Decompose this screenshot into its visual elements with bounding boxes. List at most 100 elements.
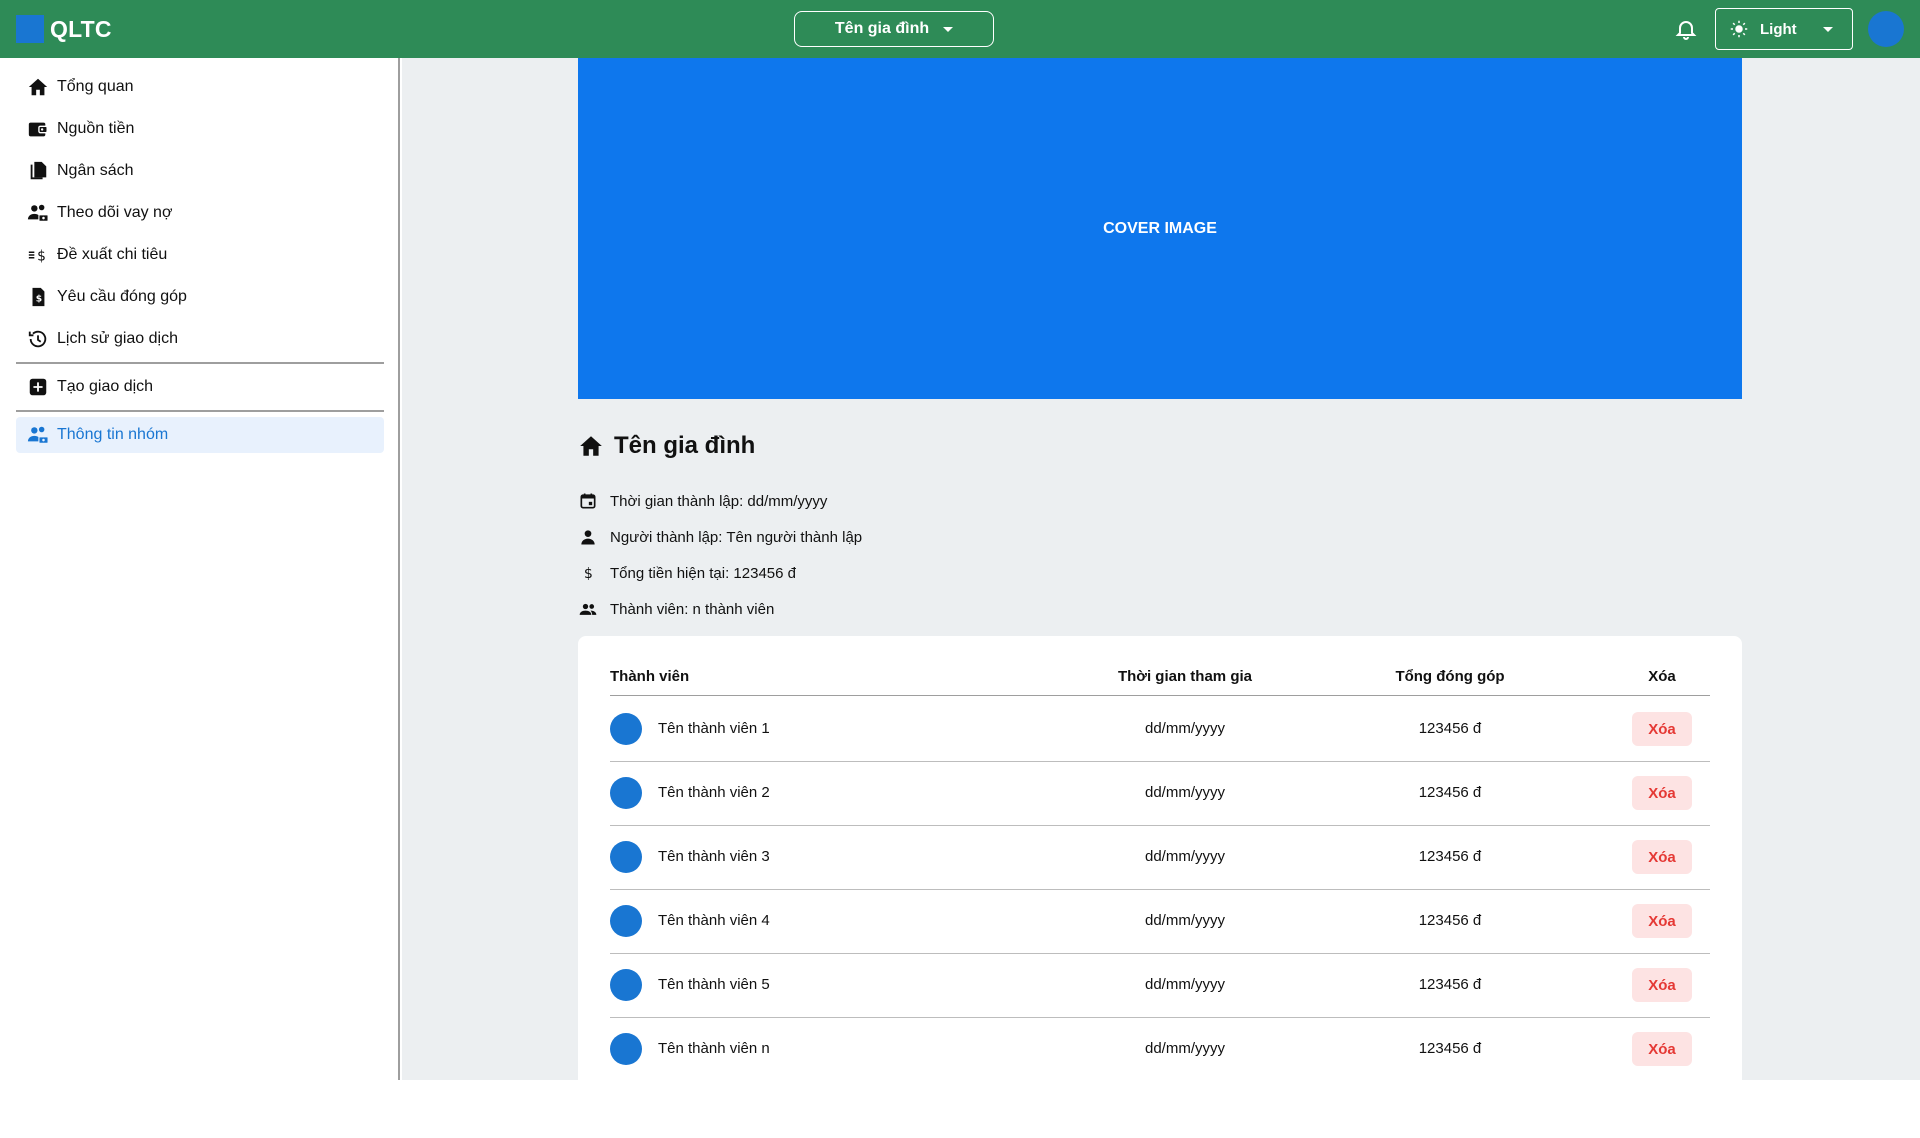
delete-button[interactable]: Xóa xyxy=(1632,840,1692,874)
avatar xyxy=(610,841,642,873)
table-row: Tên thành viên 1 dd/mm/yyyy 123456 đ Xóa xyxy=(610,698,1710,762)
delete-button[interactable]: Xóa xyxy=(1632,968,1692,1002)
info-members-text: Thành viên: n thành viên xyxy=(610,600,775,618)
sidebar-item-group-info[interactable]: Thông tin nhóm xyxy=(16,417,384,453)
sidebar-item-contribution-request[interactable]: $ Yêu cầu đóng góp xyxy=(16,279,384,315)
avatar xyxy=(610,1033,642,1065)
logo-mark xyxy=(16,15,44,43)
top-bar: QLTC Tên gia đình Light xyxy=(0,0,1920,58)
history-icon xyxy=(28,330,47,348)
svg-text:$: $ xyxy=(36,294,42,305)
member-name: Tên thành viên 1 xyxy=(658,720,770,737)
delete-button[interactable]: Xóa xyxy=(1632,776,1692,810)
member-name: Tên thành viên 4 xyxy=(658,912,770,929)
info-members: Thành viên: n thành viên xyxy=(578,599,774,619)
info-founder-text: Người thành lập: Tên người thành lập xyxy=(610,528,863,546)
sidebar-item-label: Ngân sách xyxy=(57,162,134,179)
sidebar-item-debt-tracking[interactable]: Theo dõi vay nợ xyxy=(16,195,384,231)
sidebar-item-budget[interactable]: Ngân sách xyxy=(16,153,384,189)
contribution-amount: 123456 đ xyxy=(1418,976,1482,993)
chevron-down-icon xyxy=(943,26,954,32)
sidebar-item-label: Yêu cầu đóng góp xyxy=(57,288,187,305)
group-icon xyxy=(27,426,49,444)
sidebar-item-label: Theo dõi vay nợ xyxy=(57,204,173,221)
home-icon xyxy=(28,78,48,96)
sidebar-item-label: Lịch sử giao dịch xyxy=(57,330,178,347)
cover-label: COVER IMAGE xyxy=(1103,219,1217,237)
delete-button[interactable]: Xóa xyxy=(1632,904,1692,938)
sidebar-item-create-transaction[interactable]: Tạo giao dịch xyxy=(16,369,384,405)
joined-date: dd/mm/yyyy xyxy=(1144,912,1225,929)
avatar xyxy=(610,969,642,1001)
avatar xyxy=(610,777,642,809)
member-name: Tên thành viên 3 xyxy=(658,848,770,865)
table-header: Thành viên Thời gian tham gia Tổng đóng … xyxy=(610,660,1710,696)
joined-date: dd/mm/yyyy xyxy=(1144,1040,1225,1057)
sidebar-item-transaction-history[interactable]: Lịch sử giao dịch xyxy=(16,321,384,357)
copy-icon xyxy=(30,161,47,180)
table-row: Tên thành viên n dd/mm/yyyy 123456 đ Xóa xyxy=(610,1018,1710,1080)
table-row: Tên thành viên 2 dd/mm/yyyy 123456 đ Xóa xyxy=(610,762,1710,826)
info-founded-text: Thời gian thành lập: dd/mm/yyyy xyxy=(610,492,828,510)
group-name: Tên gia đình xyxy=(614,432,756,459)
sidebar-item-money-sources[interactable]: Nguồn tiền xyxy=(16,111,384,147)
member-name: Tên thành viên 2 xyxy=(658,784,770,801)
contribution-amount: 123456 đ xyxy=(1418,912,1482,929)
info-total-text: Tổng tiền hiện tại: 123456 đ xyxy=(610,564,796,582)
dollar-icon: $ xyxy=(584,566,593,582)
list-dollar-icon: $ xyxy=(28,249,46,265)
logo-text: QLTC xyxy=(50,15,112,42)
contribution-amount: 123456 đ xyxy=(1418,720,1482,737)
svg-text:$: $ xyxy=(584,566,593,582)
info-founder: Người thành lập: Tên người thành lập xyxy=(578,527,862,547)
sun-icon xyxy=(1730,20,1748,38)
main-content: COVER IMAGE Tên gia đình Thời gian thành… xyxy=(402,58,1920,1080)
column-contribution: Tổng đóng góp xyxy=(1395,668,1505,685)
calendar-icon xyxy=(580,493,596,509)
money-doc-icon: $ xyxy=(32,287,45,307)
delete-button[interactable]: Xóa xyxy=(1632,712,1692,746)
contribution-amount: 123456 đ xyxy=(1418,784,1482,801)
table-row: Tên thành viên 5 dd/mm/yyyy 123456 đ Xóa xyxy=(610,954,1710,1018)
wallet-icon xyxy=(28,122,48,137)
joined-date: dd/mm/yyyy xyxy=(1144,848,1225,865)
info-total: $ Tổng tiền hiện tại: 123456 đ xyxy=(578,563,796,583)
person-icon xyxy=(581,530,595,545)
sidebar: Tổng quan Nguồn tiền Ngân sách Theo dõi … xyxy=(0,58,400,1080)
sidebar-item-label: Nguồn tiền xyxy=(57,120,135,137)
table-row: Tên thành viên 4 dd/mm/yyyy 123456 đ Xóa xyxy=(610,890,1710,954)
home-icon xyxy=(580,436,602,456)
member-name: Tên thành viên n xyxy=(658,1040,770,1057)
sidebar-item-label: Thông tin nhóm xyxy=(57,426,169,443)
contribution-amount: 123456 đ xyxy=(1418,848,1482,865)
sidebar-item-spending-proposal[interactable]: $ Đề xuất chi tiêu xyxy=(16,237,384,273)
family-select[interactable]: Tên gia đình xyxy=(794,11,994,47)
table-row: Tên thành viên 3 dd/mm/yyyy 123456 đ Xóa xyxy=(610,826,1710,890)
app-logo[interactable]: QLTC xyxy=(16,15,112,43)
family-select-label: Tên gia đình xyxy=(834,20,930,37)
column-member: Thành viên xyxy=(610,668,690,685)
joined-date: dd/mm/yyyy xyxy=(1144,784,1225,801)
sidebar-item-overview[interactable]: Tổng quan xyxy=(16,69,384,105)
sidebar-divider xyxy=(16,410,384,412)
cover-image: COVER IMAGE xyxy=(578,58,1742,399)
theme-select-label: Light xyxy=(1760,20,1797,38)
people-money-icon xyxy=(27,204,49,222)
bell-icon[interactable] xyxy=(1674,17,1698,41)
user-avatar[interactable] xyxy=(1868,11,1904,47)
column-joined: Thời gian tham gia xyxy=(1117,668,1252,685)
group-icon xyxy=(579,603,597,615)
svg-text:$: $ xyxy=(37,249,46,265)
sidebar-divider xyxy=(16,362,384,364)
info-founded: Thời gian thành lập: dd/mm/yyyy xyxy=(578,491,827,511)
avatar xyxy=(610,905,642,937)
group-title: Tên gia đình xyxy=(578,432,755,460)
theme-select[interactable]: Light xyxy=(1715,8,1853,50)
joined-date: dd/mm/yyyy xyxy=(1144,720,1225,737)
joined-date: dd/mm/yyyy xyxy=(1144,976,1225,993)
members-table: Thành viên Thời gian tham gia Tổng đóng … xyxy=(578,636,1742,1080)
sidebar-item-label: Tổng quan xyxy=(57,78,134,95)
column-delete: Xóa xyxy=(1648,668,1676,685)
sidebar-item-label: Tạo giao dịch xyxy=(57,378,154,395)
delete-button[interactable]: Xóa xyxy=(1632,1032,1692,1066)
